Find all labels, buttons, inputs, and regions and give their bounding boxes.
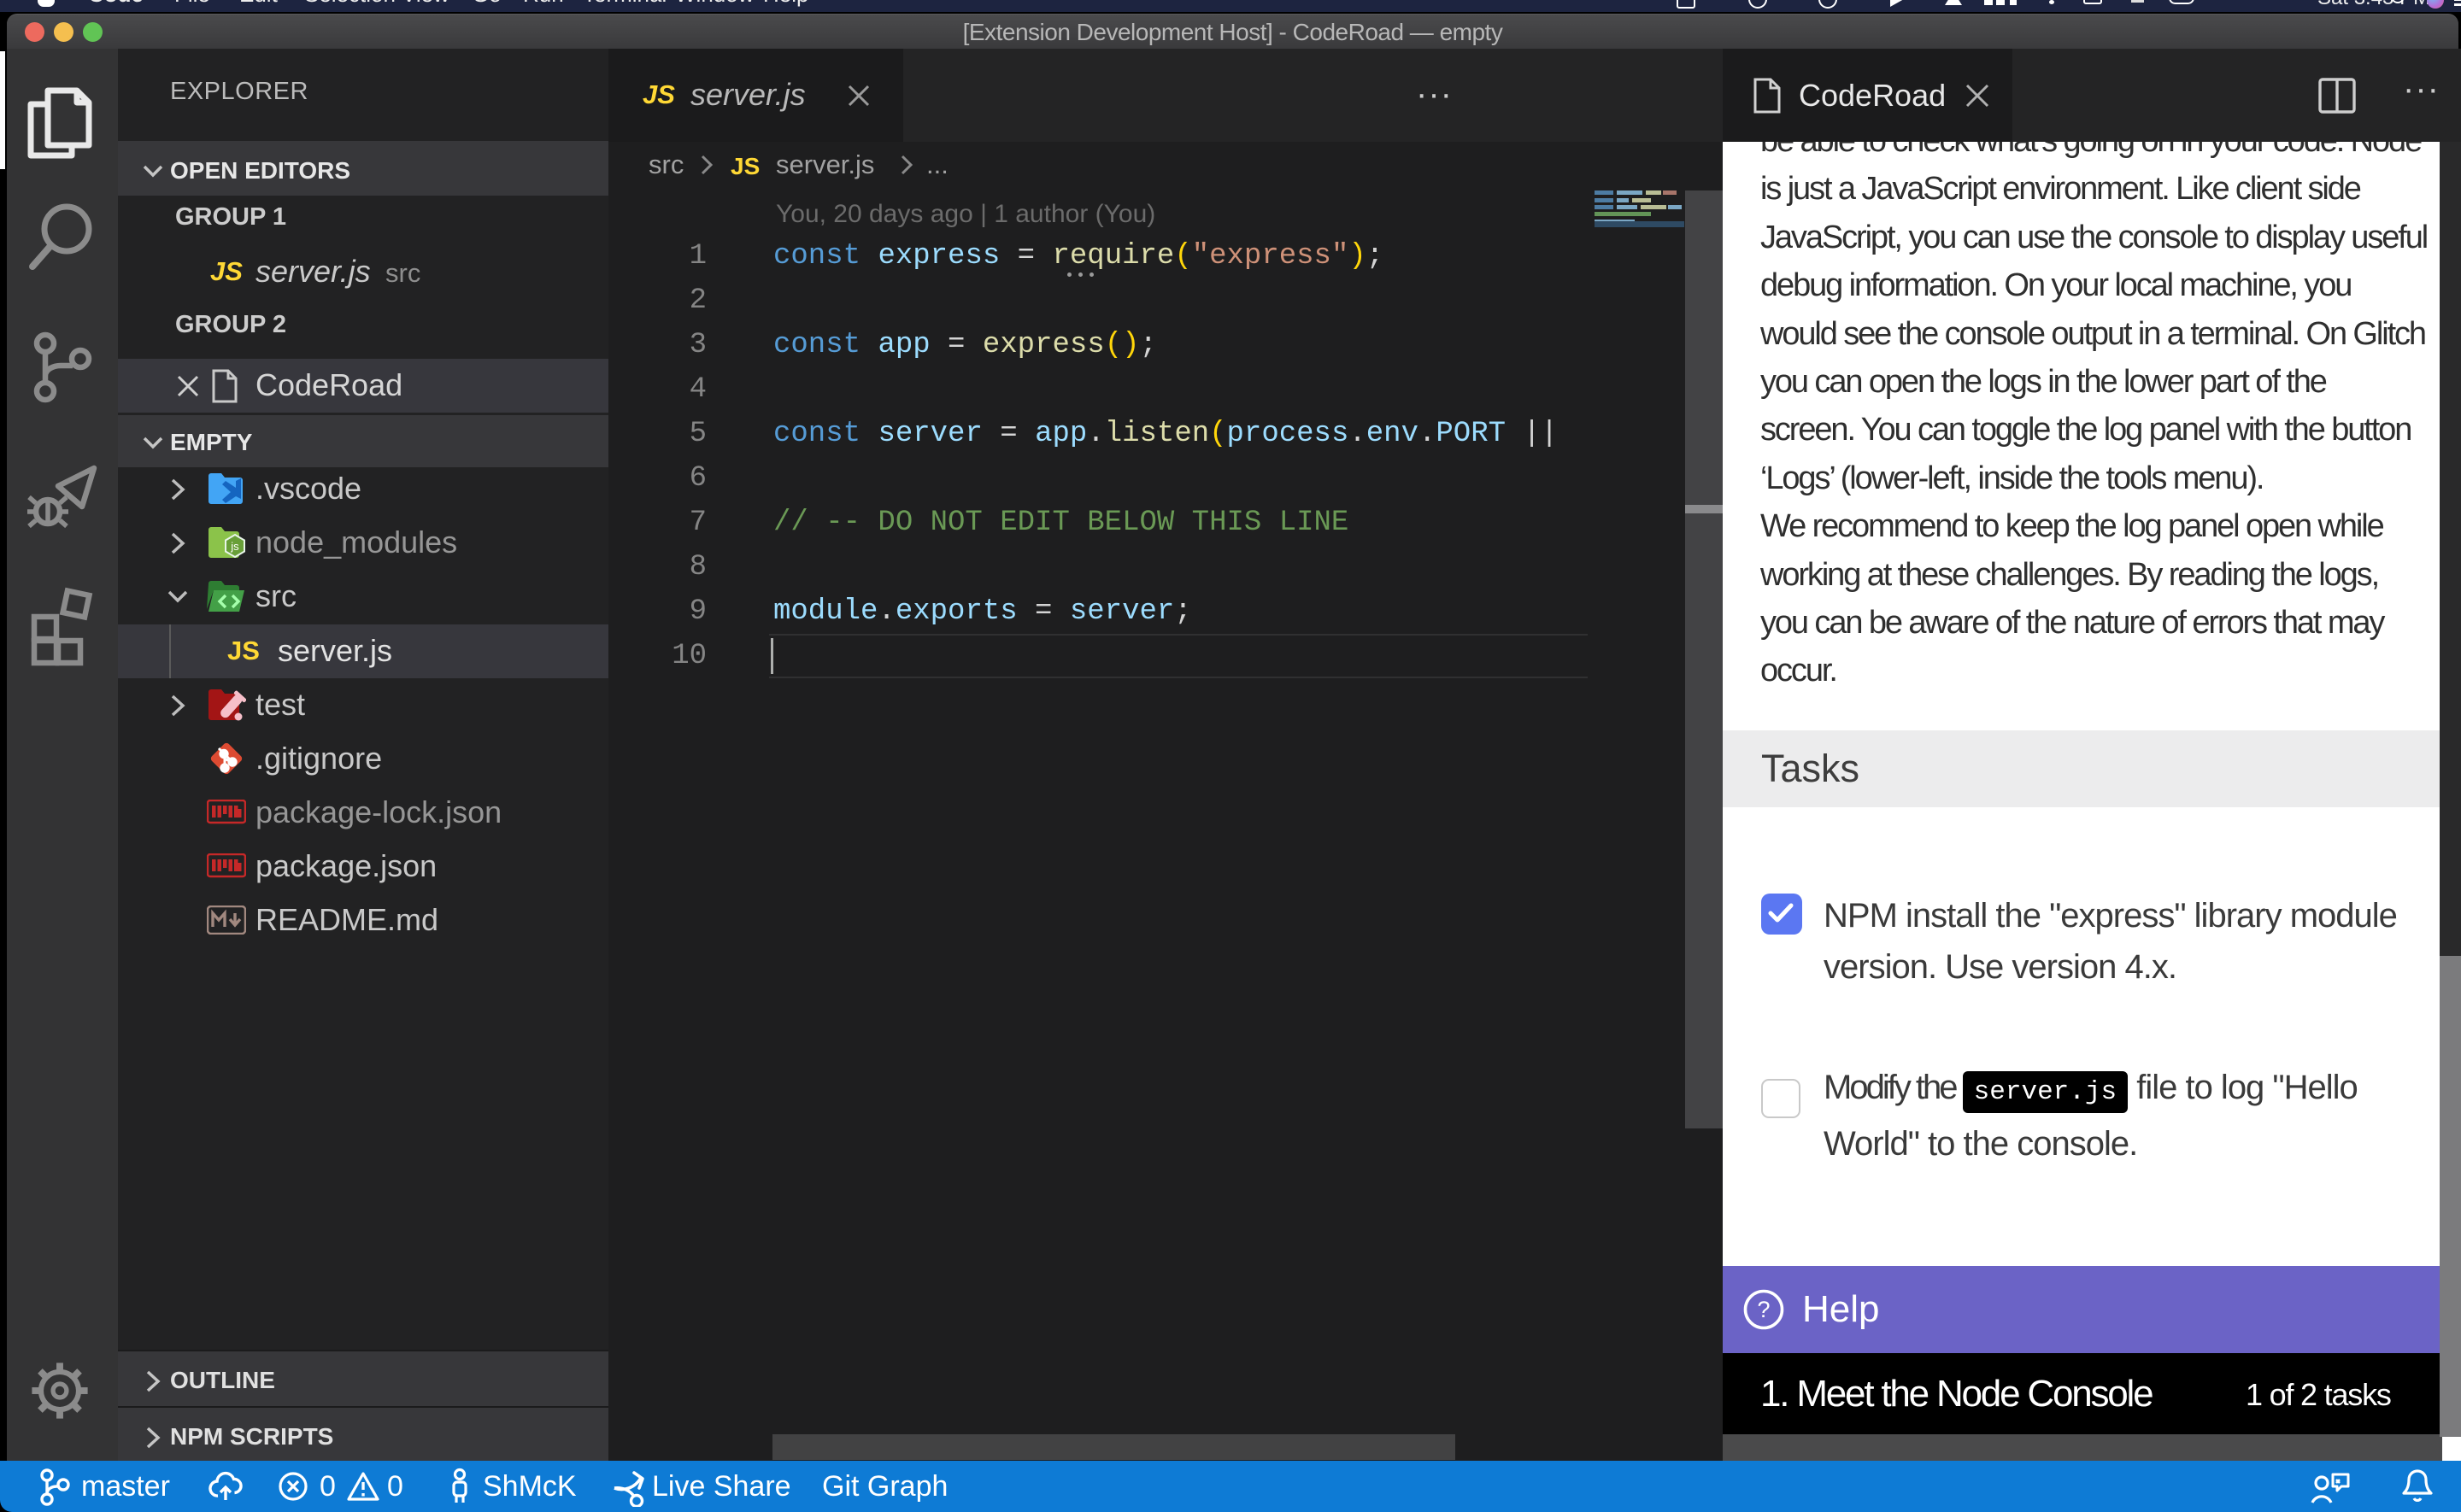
svg-text:?: ? <box>1757 1297 1770 1322</box>
svg-text:js: js <box>230 540 239 553</box>
